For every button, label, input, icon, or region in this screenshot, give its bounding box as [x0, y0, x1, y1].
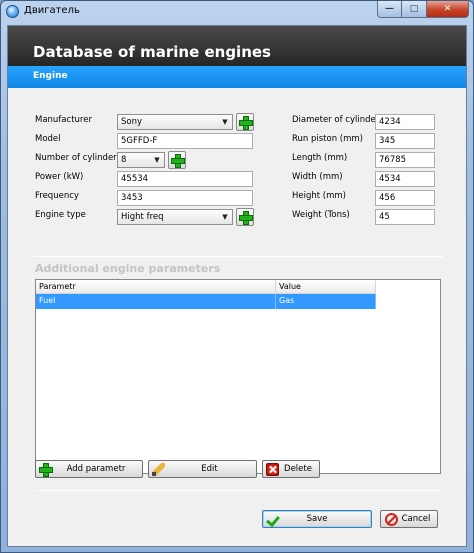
cancel-button[interactable]: Cancel	[380, 510, 438, 528]
title-bar[interactable]: Двигатель — □ ✕	[1, 1, 473, 23]
params-title: Additional engine parameters	[35, 262, 221, 275]
cylinders-label: Number of cylinders	[35, 153, 122, 163]
edit-label: Edit	[201, 464, 218, 474]
plus-icon	[239, 211, 253, 225]
manufacturer-combo[interactable]: Sony ▼	[117, 114, 233, 130]
client-area: Database of marine engines Engine Manufa…	[7, 25, 467, 547]
window-title: Двигатель	[24, 5, 80, 16]
cancel-label: Cancel	[401, 514, 431, 524]
height-field[interactable]: 456	[375, 190, 435, 206]
cylinders-combo[interactable]: 8 ▼	[117, 152, 165, 168]
chevron-down-icon: ▼	[222, 213, 228, 221]
column-header-param[interactable]: Parametr	[36, 280, 276, 294]
engine-type-combo[interactable]: Hight freq ▼	[117, 209, 233, 225]
close-button[interactable]: ✕	[427, 1, 469, 18]
section-banner: Engine	[8, 66, 466, 88]
diameter-field[interactable]: 4234	[375, 114, 435, 130]
manufacturer-label: Manufacturer	[35, 115, 92, 125]
power-label: Power (kW)	[35, 172, 84, 182]
minimize-button[interactable]: —	[377, 1, 402, 18]
engine-window: Двигатель — □ ✕ Database of marine engin…	[0, 0, 474, 553]
model-field[interactable]: 5GFFD-F	[117, 133, 253, 149]
minimize-icon: —	[385, 4, 394, 14]
add-manufacturer-button[interactable]	[236, 113, 254, 131]
table-header: Parametr Value	[36, 280, 376, 294]
delete-label: Delete	[284, 464, 312, 474]
manufacturer-value: Sony	[121, 117, 143, 127]
width-label: Width (mm)	[292, 172, 343, 182]
delete-button[interactable]: Delete	[262, 460, 320, 478]
width-field[interactable]: 4534	[375, 171, 435, 187]
edit-button[interactable]: Edit	[148, 460, 257, 478]
engine-form: Manufacturer Sony ▼ Model 5GFFD-F Number…	[33, 98, 443, 238]
table-cell-value: Gas	[276, 294, 376, 309]
plus-icon	[239, 116, 253, 130]
maximize-icon: □	[409, 4, 419, 14]
length-label: Length (mm)	[292, 153, 348, 163]
model-label: Model	[35, 134, 61, 144]
cylinders-value: 8	[121, 155, 127, 165]
maximize-button[interactable]: □	[402, 1, 427, 18]
chevron-down-icon: ▼	[222, 118, 228, 126]
params-table[interactable]: Parametr Value Fuel Gas	[35, 279, 441, 474]
section-title: Engine	[33, 71, 68, 81]
table-row[interactable]: Fuel Gas	[36, 294, 376, 309]
form-divider	[33, 256, 443, 257]
caption-buttons: — □ ✕	[377, 1, 469, 18]
frequency-field[interactable]: 3453	[117, 190, 253, 206]
table-cell-param: Fuel	[36, 294, 276, 309]
add-parametr-button[interactable]: Add parametr	[35, 460, 143, 478]
footer-divider	[35, 490, 441, 491]
engine-type-value: Hight freq	[121, 212, 164, 222]
close-icon: ✕	[443, 4, 452, 14]
run-piston-field[interactable]: 345	[375, 133, 435, 149]
diameter-label: Diameter of cylinder	[292, 115, 380, 125]
frequency-label: Frequency	[35, 191, 79, 201]
column-header-value[interactable]: Value	[276, 280, 376, 294]
plus-icon	[171, 154, 185, 168]
length-field[interactable]: 76785	[375, 152, 435, 168]
page-title: Database of marine engines	[33, 43, 271, 61]
add-engine-type-button[interactable]	[236, 208, 254, 226]
add-cylinders-button[interactable]	[168, 151, 186, 169]
header-banner: Database of marine engines	[8, 26, 466, 66]
chevron-down-icon: ▼	[154, 156, 160, 164]
app-icon	[6, 5, 19, 18]
weight-label: Weight (Tons)	[292, 210, 350, 220]
save-button[interactable]: Save	[262, 510, 372, 528]
power-field[interactable]: 45534	[117, 171, 253, 187]
height-label: Height (mm)	[292, 191, 346, 201]
weight-field[interactable]: 45	[375, 209, 435, 225]
add-parametr-label: Add parametr	[66, 464, 126, 474]
engine-type-label: Engine type	[35, 210, 86, 220]
run-piston-label: Run piston (mm)	[292, 134, 364, 144]
save-label: Save	[306, 514, 328, 524]
